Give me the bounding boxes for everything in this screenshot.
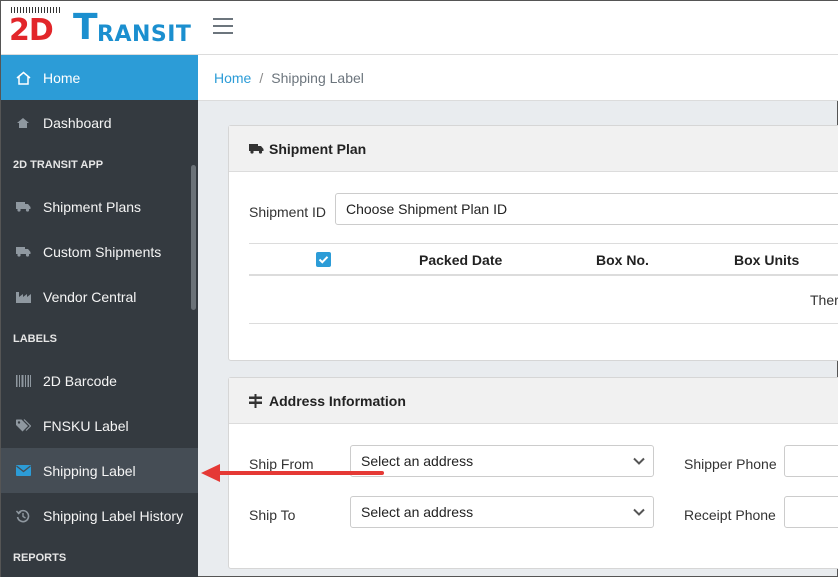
- table-empty-row: Ther: [249, 276, 838, 324]
- ship-from-select[interactable]: Select an address: [350, 445, 654, 477]
- check-icon: [318, 256, 329, 264]
- top-bar: 2D T RANSIT: [1, 1, 838, 55]
- sidebar-scrollbar[interactable]: [191, 165, 196, 310]
- column-box-units[interactable]: Box Units: [734, 252, 799, 268]
- breadcrumb: Home / Shipping Label: [198, 55, 838, 101]
- breadcrumb-current: Shipping Label: [271, 69, 364, 86]
- shipment-plan-header: Shipment Plan: [229, 126, 838, 172]
- shipment-id-label: Shipment ID: [249, 204, 327, 220]
- sidebar-item-fnsku-label[interactable]: FNSKU Label: [1, 403, 198, 448]
- sidebar-item-shipment-plans[interactable]: Shipment Plans: [1, 184, 198, 229]
- select-all-checkbox[interactable]: [316, 252, 331, 267]
- sidebar-item-label: Shipping Label History: [43, 507, 184, 524]
- sidebar-item-label: 2D Barcode: [43, 372, 117, 389]
- history-icon: [15, 508, 31, 524]
- table-header: Packed Date Box No. Box Units: [249, 243, 838, 276]
- sidebar-item-shipping-label-history[interactable]: Shipping Label History: [1, 493, 198, 538]
- logo-rest-text: RANSIT: [97, 22, 192, 47]
- sidebar-section-app: 2D TRANSIT APP: [13, 158, 104, 171]
- sidebar-item-label: Shipping Label: [43, 462, 136, 479]
- barcode-icon: [15, 373, 31, 389]
- empty-table-message: Ther: [810, 292, 838, 308]
- sidebar-item-label: Shipment Plans: [43, 198, 142, 215]
- logo-2d-text: 2D: [9, 13, 54, 48]
- sidebar-item-custom-shipments[interactable]: Custom Shipments: [1, 229, 198, 274]
- sidebar-item-2d-barcode[interactable]: 2D Barcode: [1, 358, 198, 403]
- tags-icon: [15, 418, 31, 434]
- chevron-down-icon: [633, 508, 645, 516]
- sidebar-item-vendor-central[interactable]: Vendor Central: [1, 274, 198, 319]
- shipment-plan-title: Shipment Plan: [269, 140, 367, 157]
- truck-icon: [249, 142, 265, 156]
- breadcrumb-home-link[interactable]: Home: [214, 70, 251, 86]
- column-packed-date[interactable]: Packed Date: [419, 252, 502, 268]
- sidebar-item-dashboard[interactable]: Dashboard: [1, 100, 198, 145]
- truck-icon: [15, 244, 31, 260]
- dashboard-icon: [15, 115, 31, 131]
- home-icon: [15, 70, 31, 86]
- sidebar-section-reports: REPORTS: [13, 551, 67, 564]
- annotation-arrow: [201, 464, 384, 482]
- shipper-phone-label: Shipper Phone: [684, 456, 777, 472]
- breadcrumb-separator: /: [259, 69, 264, 86]
- ship-to-select[interactable]: Select an address: [350, 496, 654, 528]
- sidebar-item-label: Vendor Central: [43, 288, 137, 305]
- shipment-plan-card: Shipment Plan Shipment ID Choose Shipmen…: [228, 125, 838, 361]
- sidebar-item-label: Custom Shipments: [43, 243, 162, 260]
- shipment-id-select[interactable]: Choose Shipment Plan ID: [335, 193, 838, 225]
- ship-to-value: Select an address: [361, 504, 474, 520]
- shipper-phone-input[interactable]: [784, 445, 838, 477]
- sidebar-item-label: Home: [43, 69, 81, 86]
- address-information-header: Address Information: [229, 378, 838, 424]
- sidebar-item-label: FNSKU Label: [43, 417, 129, 434]
- address-information-title: Address Information: [269, 392, 406, 409]
- ship-to-label: Ship To: [249, 507, 296, 523]
- sidebar-item-label: Dashboard: [43, 114, 112, 131]
- column-box-no[interactable]: Box No.: [596, 252, 649, 268]
- receipt-phone-input[interactable]: [784, 496, 838, 528]
- factory-icon: [15, 289, 31, 305]
- sidebar-item-shipping-label[interactable]: Shipping Label: [1, 448, 198, 493]
- brand-logo[interactable]: 2D T RANSIT: [9, 5, 192, 51]
- logo-t-text: T: [73, 7, 98, 48]
- chevron-down-icon: [633, 457, 645, 465]
- menu-icon[interactable]: [213, 18, 233, 34]
- sign-icon: [249, 393, 265, 408]
- envelope-icon: [15, 463, 31, 479]
- truck-icon: [15, 199, 31, 215]
- sidebar-item-home[interactable]: Home: [1, 55, 198, 100]
- shipment-id-value: Choose Shipment Plan ID: [346, 201, 508, 217]
- sidebar-section-labels: LABELS: [13, 332, 57, 345]
- sidebar: Home Dashboard 2D TRANSIT APP Shipment P…: [1, 55, 198, 577]
- receipt-phone-label: Receipt Phone: [684, 507, 776, 523]
